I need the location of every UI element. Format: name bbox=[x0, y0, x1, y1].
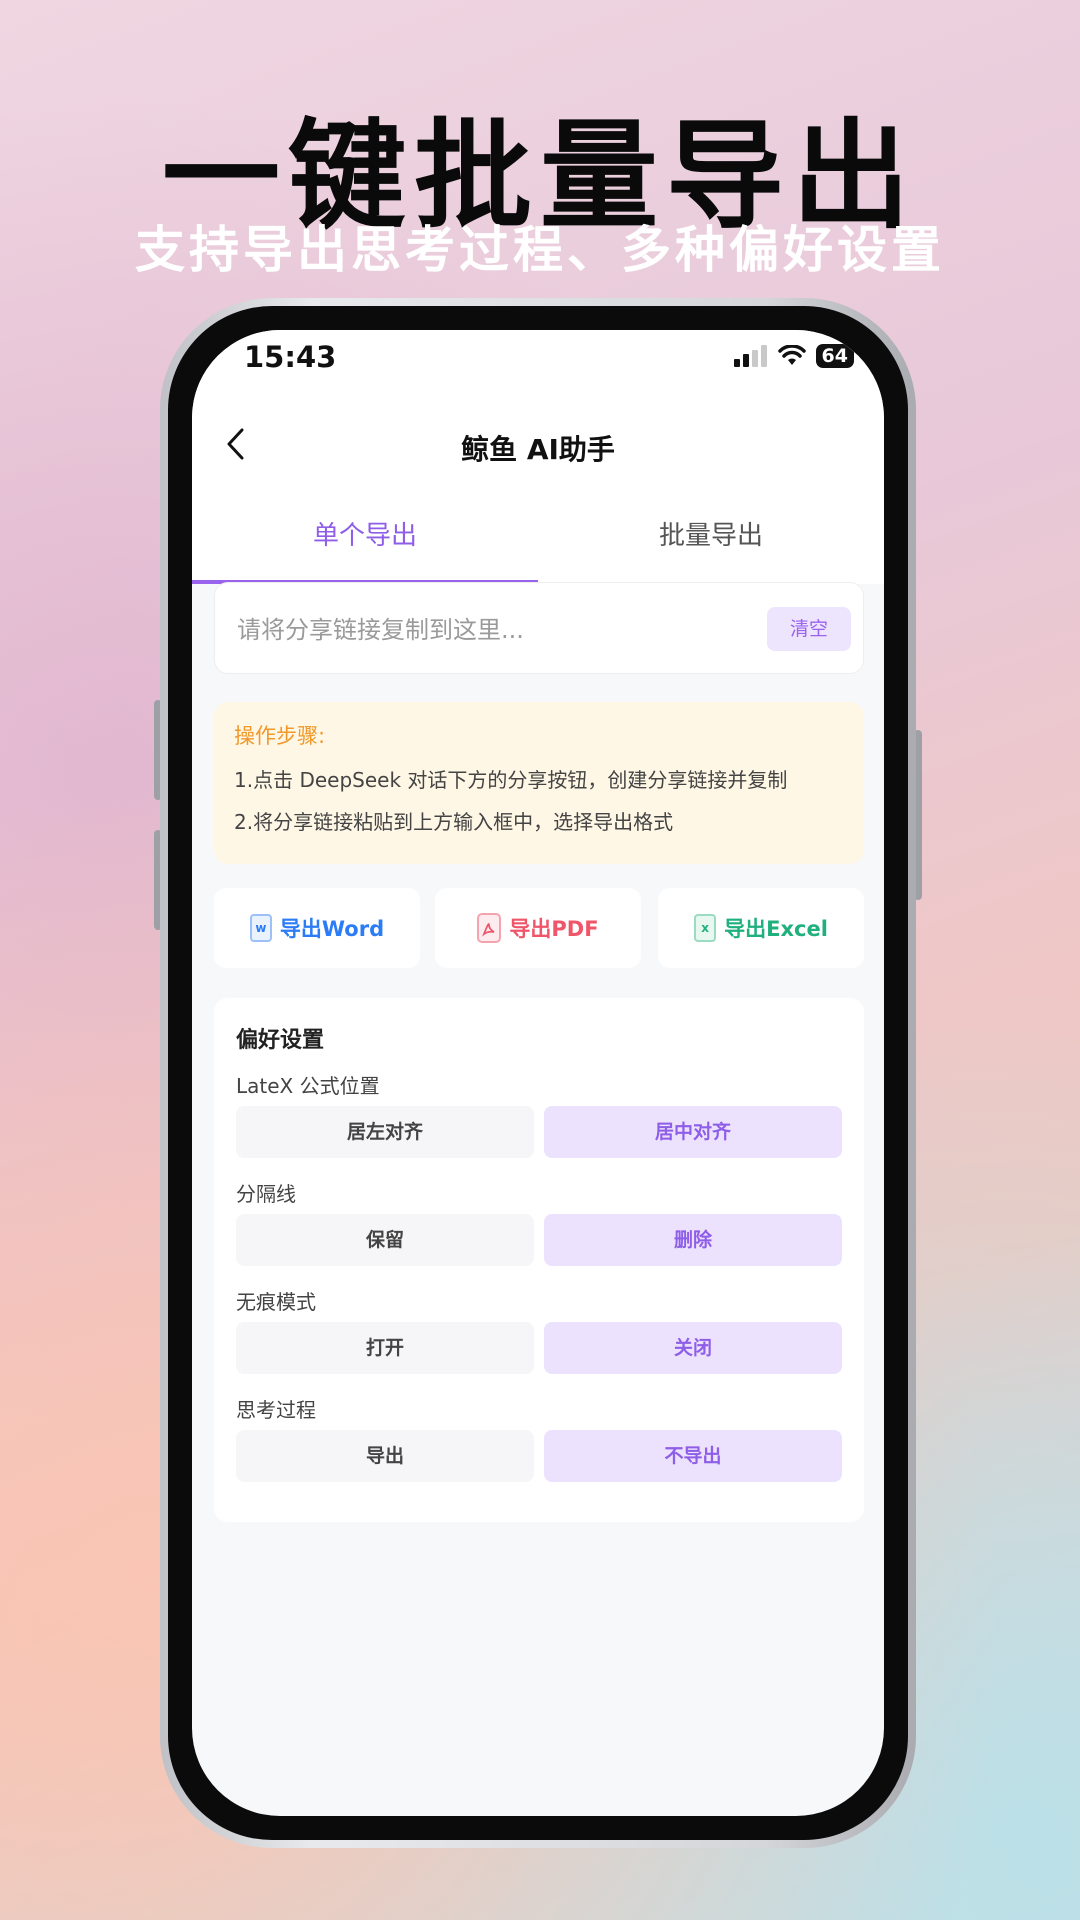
step-item: 2.将分享链接粘贴到上方输入框中，选择导出格式 bbox=[234, 810, 674, 834]
option-incognito-on[interactable]: 打开 bbox=[236, 1322, 534, 1374]
export-excel-button[interactable]: x 导出Excel bbox=[658, 888, 864, 968]
option-divider-delete[interactable]: 删除 bbox=[544, 1214, 842, 1266]
export-excel-label: 导出Excel bbox=[724, 917, 828, 941]
promo-subline: 支持导出思考过程、多种偏好设置 bbox=[135, 221, 945, 279]
option-thinking-no-export[interactable]: 不导出 bbox=[544, 1430, 842, 1482]
pref-label-divider: 分隔线 bbox=[236, 1182, 296, 1206]
option-align-left[interactable]: 居左对齐 bbox=[236, 1106, 534, 1158]
tab-single-export[interactable]: 单个导出 bbox=[192, 500, 538, 584]
export-word-button[interactable]: w 导出Word bbox=[214, 888, 420, 968]
pdf-file-icon bbox=[477, 913, 502, 943]
tab-bar: 单个导出 批量导出 bbox=[192, 500, 884, 584]
steps-card: 操作步骤: 1.点击 DeepSeek 对话下方的分享按钮，创建分享链接并复制 … bbox=[214, 702, 864, 864]
export-pdf-label: 导出PDF bbox=[509, 917, 599, 941]
share-link-input[interactable] bbox=[235, 583, 759, 677]
option-divider-keep[interactable]: 保留 bbox=[236, 1214, 534, 1266]
battery-icon: 64 bbox=[815, 344, 854, 368]
signal-icon bbox=[733, 345, 767, 367]
clear-button[interactable]: 清空 bbox=[767, 607, 851, 651]
option-align-center[interactable]: 居中对齐 bbox=[544, 1106, 842, 1158]
pref-label-thinking: 思考过程 bbox=[236, 1398, 316, 1422]
status-bar: 15:43 64 bbox=[192, 330, 884, 400]
option-incognito-off[interactable]: 关闭 bbox=[544, 1322, 842, 1374]
steps-title: 操作步骤: bbox=[234, 724, 326, 748]
link-input-card: 清空 bbox=[214, 582, 864, 677]
pref-label-incognito: 无痕模式 bbox=[236, 1290, 316, 1314]
excel-file-icon: x bbox=[694, 914, 717, 942]
option-thinking-export[interactable]: 导出 bbox=[236, 1430, 534, 1482]
pref-label-latex: LateX 公式位置 bbox=[236, 1074, 380, 1098]
preferences-card: 偏好设置 LateX 公式位置 居左对齐 居中对齐 分隔线 保留 删除 无痕模式… bbox=[214, 998, 864, 1522]
nav-bar: 鲸鱼 AI助手 bbox=[192, 400, 884, 500]
status-icons: 64 bbox=[733, 344, 854, 368]
tab-batch-export[interactable]: 批量导出 bbox=[538, 500, 884, 584]
page-title: 鲸鱼 AI助手 bbox=[461, 433, 615, 466]
step-item: 1.点击 DeepSeek 对话下方的分享按钮，创建分享链接并复制 bbox=[234, 768, 788, 792]
status-time: 15:43 bbox=[244, 340, 337, 374]
preferences-title: 偏好设置 bbox=[236, 1028, 325, 1053]
phone-screen: 15:43 64 鲸鱼 AI助手 单个导出 批量导出 请将分享链接复制到这里..… bbox=[192, 330, 884, 1816]
export-pdf-button[interactable]: 导出PDF bbox=[435, 888, 641, 968]
wifi-icon bbox=[777, 345, 806, 365]
export-word-label: 导出Word bbox=[279, 917, 385, 941]
word-file-icon: w bbox=[249, 914, 272, 942]
